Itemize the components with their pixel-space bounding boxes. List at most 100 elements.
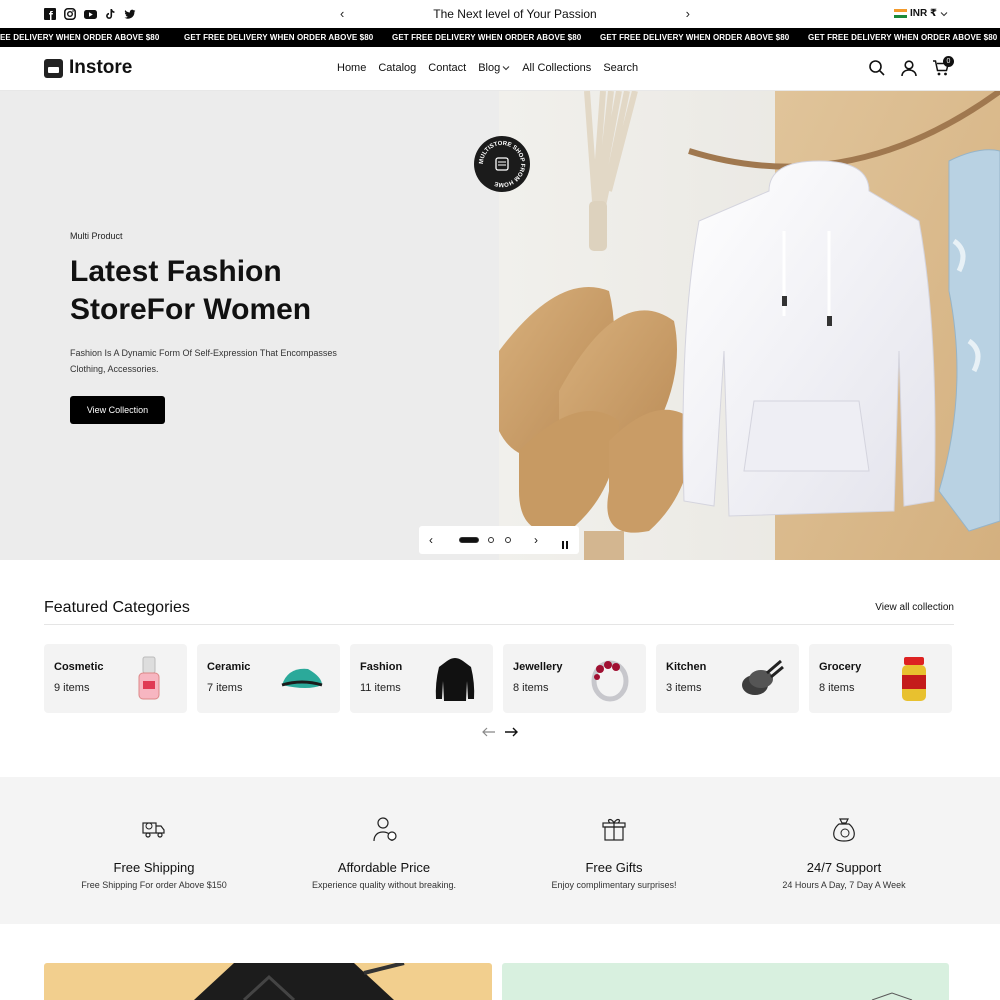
featured-title: Featured Categories <box>44 599 190 616</box>
nav-blog[interactable]: Blog <box>478 62 510 74</box>
slide-next-icon[interactable]: › <box>534 533 538 547</box>
service-title: Affordable Price <box>337 860 431 875</box>
main-nav: Home Catalog Contact Blog All Collection… <box>337 62 638 74</box>
view-all-collection-link[interactable]: View all collection <box>875 602 954 613</box>
category-name: Ceramic <box>207 661 251 673</box>
tiktok-icon[interactable] <box>104 7 116 19</box>
category-count: 3 items <box>666 682 702 694</box>
category-count: 8 items <box>819 682 855 694</box>
arrow-left-icon[interactable] <box>482 724 496 741</box>
delivery-truck-icon <box>142 822 165 838</box>
category-card-kitchen[interactable]: Kitchen 3 items <box>656 644 799 713</box>
money-bag-icon <box>833 818 855 842</box>
youtube-icon[interactable] <box>84 7 97 19</box>
category-count: 7 items <box>207 682 243 694</box>
cart-icon[interactable]: 0 <box>932 56 954 77</box>
chevron-right-icon[interactable]: › <box>686 6 690 21</box>
hero-title-line2: StoreFor Women <box>70 293 312 326</box>
divider <box>44 624 954 625</box>
promo-banner-right[interactable] <box>502 963 949 1000</box>
currency-selector[interactable]: INR ₹ <box>894 8 948 19</box>
category-name: Kitchen <box>666 661 707 673</box>
cart-count-badge: 0 <box>943 56 954 67</box>
service-desc: Free Shipping For order Above $150 <box>81 880 227 890</box>
category-name: Jewellery <box>513 661 563 673</box>
service-support: 24/7 Support 24 Hours A Day, 7 Day A Wee… <box>729 815 959 890</box>
logo-icon <box>44 58 63 78</box>
marquee-item: GET FREE DELIVERY WHEN ORDER ABOVE $80 <box>184 33 374 42</box>
site-logo[interactable]: Instore <box>44 57 132 79</box>
ceramic-bowl-icon <box>281 668 323 688</box>
hoodie-icon <box>435 658 475 701</box>
svg-text:MULTISTORE SHOP FROM HOME: MULTISTORE SHOP FROM HOME <box>479 141 525 187</box>
hero-title: Latest Fashion StoreFor Women <box>70 253 370 329</box>
promo-banner-left[interactable] <box>44 963 492 1000</box>
instagram-icon[interactable] <box>64 7 76 20</box>
category-card-grocery[interactable]: Grocery 8 items <box>809 644 952 713</box>
marquee-item: EE DELIVERY WHEN ORDER ABOVE $80 <box>0 33 160 42</box>
hero-image <box>499 91 1000 560</box>
services-strip: Free Shipping Free Shipping For order Ab… <box>0 777 1000 924</box>
shop-from-home-badge: MULTISTORE SHOP FROM HOME <box>474 136 530 192</box>
marquee-item: GET FREE DELIVERY WHEN ORDER ABOVE $80 <box>392 33 582 42</box>
nav-contact[interactable]: Contact <box>428 62 466 74</box>
service-affordable-price: Affordable Price Experience quality with… <box>269 815 499 890</box>
twitter-icon[interactable] <box>124 7 136 19</box>
category-card-fashion[interactable]: Fashion 11 items <box>350 644 493 713</box>
hero-title-line1: Latest Fashion <box>70 255 282 288</box>
slide-prev-icon[interactable]: ‹ <box>429 533 433 547</box>
user-icon[interactable] <box>900 59 918 77</box>
brand-name: Instore <box>69 57 133 78</box>
slide-dot-3[interactable] <box>505 537 511 543</box>
nav-all-collections[interactable]: All Collections <box>522 62 591 74</box>
category-count: 9 items <box>54 682 90 694</box>
service-desc: Experience quality without breaking. <box>311 880 457 890</box>
nav-search[interactable]: Search <box>603 62 638 74</box>
category-count: 8 items <box>513 682 549 694</box>
view-collection-button[interactable]: View Collection <box>70 396 165 424</box>
category-count: 11 items <box>360 682 401 694</box>
category-card-ceramic[interactable]: Ceramic 7 items <box>197 644 340 713</box>
site-header: Instore Home Catalog Contact Blog All Co… <box>0 47 1000 91</box>
category-name: Fashion <box>360 661 403 673</box>
announcement-text: The Next level of Your Passion <box>433 7 597 21</box>
social-links <box>44 7 136 20</box>
header-actions: 0 <box>868 56 954 77</box>
facebook-icon[interactable] <box>44 7 56 20</box>
currency-label: INR ₹ <box>910 8 937 19</box>
chevron-down-icon <box>940 11 948 16</box>
service-title: Free Shipping <box>113 860 195 875</box>
service-free-shipping: Free Shipping Free Shipping For order Ab… <box>39 815 269 890</box>
hero-text-panel: Multi Product Latest Fashion StoreFor Wo… <box>0 91 499 560</box>
nav-blog-label: Blog <box>478 62 501 74</box>
free-delivery-marquee: EE DELIVERY WHEN ORDER ABOVE $80 GET FRE… <box>0 28 1000 47</box>
hero-description: Fashion Is A Dynamic Form Of Self-Expres… <box>70 348 337 374</box>
marquee-item: GET FREE DELIVERY WHEN ORDER ABOVE $80 <box>808 33 998 42</box>
badge-text: MULTISTORE SHOP FROM HOME <box>479 141 525 187</box>
marquee-item: GET FREE DELIVERY WHEN ORDER ABOVE $80 <box>600 33 790 42</box>
pause-icon[interactable] <box>561 536 569 554</box>
top-bar: ‹ The Next level of Your Passion › INR ₹ <box>0 0 1000 28</box>
nav-catalog[interactable]: Catalog <box>378 62 416 74</box>
search-icon[interactable] <box>868 59 886 77</box>
support-agent-icon <box>373 817 397 842</box>
slider-controls: ‹ › <box>419 526 579 554</box>
service-desc: 24 Hours A Day, 7 Day A Week <box>782 880 906 890</box>
arrow-right-icon[interactable] <box>504 724 518 741</box>
service-free-gifts: Free Gifts Enjoy complimentary surprises… <box>499 815 729 890</box>
hero-eyebrow: Multi Product <box>70 231 123 241</box>
category-card-cosmetic[interactable]: Cosmetic 9 items <box>44 644 187 713</box>
nail-polish-icon <box>138 656 160 700</box>
jar-icon <box>902 657 926 701</box>
service-desc: Enjoy complimentary surprises! <box>551 880 677 890</box>
slide-dot-2[interactable] <box>488 537 494 543</box>
slide-dot-1[interactable] <box>459 537 479 543</box>
service-title: 24/7 Support <box>806 860 882 875</box>
hero-slider: Multi Product Latest Fashion StoreFor Wo… <box>0 91 1000 560</box>
pans-icon <box>742 659 784 695</box>
category-card-jewellery[interactable]: Jewellery 8 items <box>503 644 646 713</box>
category-name: Grocery <box>819 661 862 673</box>
nav-home[interactable]: Home <box>337 62 366 74</box>
announcement-bar: ‹ The Next level of Your Passion › <box>340 6 690 22</box>
gift-icon <box>602 818 626 841</box>
